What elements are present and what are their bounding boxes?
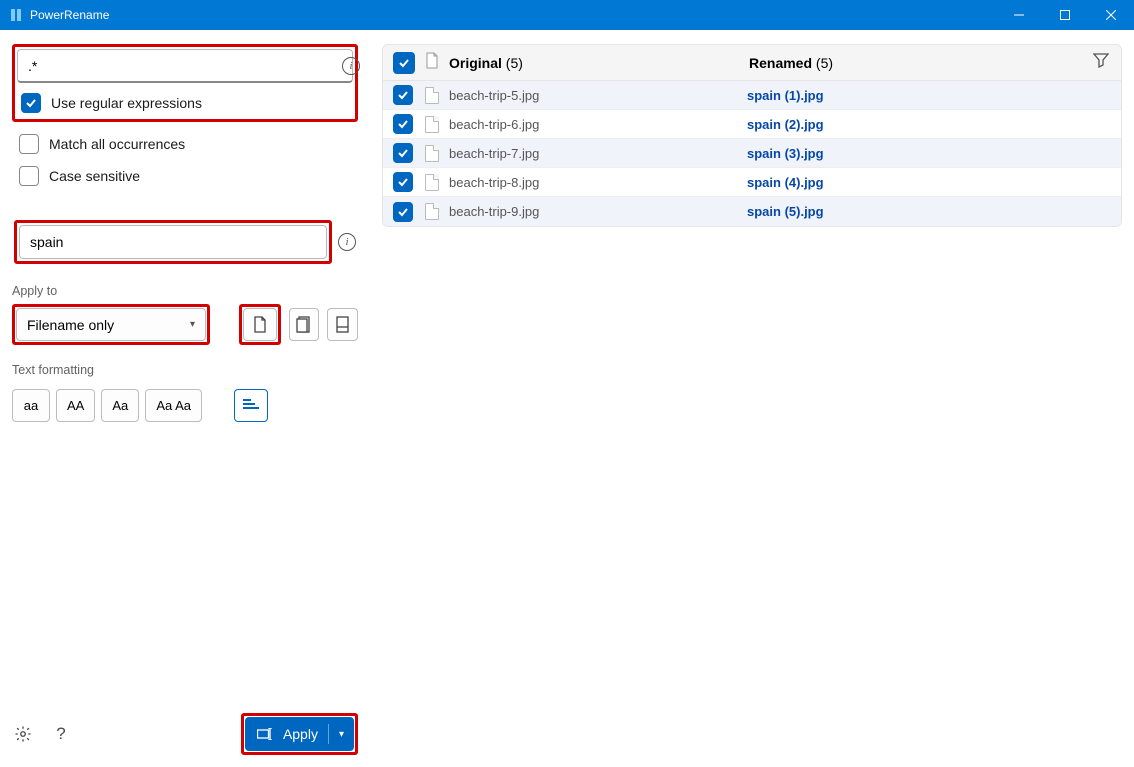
apply-button-label: Apply [283, 726, 318, 742]
include-files-highlight [239, 304, 281, 345]
renamed-filename: spain (1).jpg [747, 88, 824, 103]
original-filename: beach-trip-8.jpg [449, 175, 747, 190]
original-filename: beach-trip-9.jpg [449, 204, 747, 219]
apply-to-highlight: Filename only ▾ [12, 304, 210, 345]
apply-to-label: Apply to [12, 284, 358, 298]
app-icon [8, 7, 24, 23]
file-icon [425, 145, 439, 162]
settings-button[interactable] [12, 723, 34, 745]
include-files-button[interactable] [243, 308, 277, 341]
apply-button-highlight: Apply ▾ [241, 713, 358, 755]
header-renamed[interactable]: Renamed (5) [749, 55, 1093, 71]
filter-button[interactable] [1093, 52, 1111, 73]
format-lowercase-button[interactable]: aa [12, 389, 50, 422]
left-panel: Use regular expressions i Match all occu… [0, 30, 370, 767]
original-filename: beach-trip-5.jpg [449, 88, 747, 103]
original-filename: beach-trip-7.jpg [449, 146, 747, 161]
format-capitalize-button[interactable]: Aa Aa [145, 389, 202, 422]
enumerate-icon [243, 399, 259, 413]
maximize-button[interactable] [1042, 0, 1088, 30]
row-checkbox[interactable] [393, 114, 413, 134]
file-icon [425, 116, 439, 133]
right-panel: Original (5) Renamed (5) beach-trip-5.jp… [370, 30, 1134, 767]
apply-to-selected: Filename only [27, 317, 114, 333]
replace-input[interactable] [19, 225, 327, 259]
search-info-icon[interactable]: i [342, 57, 360, 75]
include-subfolders-button[interactable] [327, 308, 358, 341]
select-all-checkbox[interactable] [393, 52, 415, 74]
file-icon [425, 52, 441, 74]
row-checkbox[interactable] [393, 172, 413, 192]
table-row[interactable]: beach-trip-5.jpgspain (1).jpg [383, 81, 1121, 110]
minimize-button[interactable] [996, 0, 1042, 30]
titlebar: PowerRename [0, 0, 1134, 30]
search-group-highlight: Use regular expressions [12, 44, 358, 122]
renamed-filename: spain (4).jpg [747, 175, 824, 190]
replace-highlight [14, 220, 332, 264]
renamed-filename: spain (2).jpg [747, 117, 824, 132]
table-row[interactable]: beach-trip-7.jpgspain (3).jpg [383, 139, 1121, 168]
header-original[interactable]: Original (5) [449, 55, 749, 71]
file-icon [425, 174, 439, 191]
rename-icon [257, 728, 273, 740]
table-row[interactable]: beach-trip-8.jpgspain (4).jpg [383, 168, 1121, 197]
replace-info-icon[interactable]: i [338, 233, 356, 251]
file-table: Original (5) Renamed (5) beach-trip-5.jp… [382, 44, 1122, 227]
case-sensitive-label: Case sensitive [49, 168, 140, 184]
match-all-option[interactable]: Match all occurrences [12, 130, 358, 158]
file-icon [425, 203, 439, 220]
row-checkbox[interactable] [393, 143, 413, 163]
chevron-down-icon: ▾ [190, 319, 195, 330]
text-formatting-label: Text formatting [12, 363, 358, 377]
table-header: Original (5) Renamed (5) [383, 45, 1121, 81]
chevron-down-icon: ▾ [339, 729, 344, 740]
apply-to-dropdown[interactable]: Filename only ▾ [16, 308, 206, 341]
case-sensitive-option[interactable]: Case sensitive [12, 162, 358, 190]
renamed-filename: spain (3).jpg [747, 146, 824, 161]
case-sensitive-checkbox[interactable] [19, 166, 39, 186]
format-uppercase-button[interactable]: AA [56, 389, 95, 422]
include-folders-button[interactable] [289, 308, 320, 341]
use-regex-label: Use regular expressions [51, 95, 202, 111]
original-filename: beach-trip-6.jpg [449, 117, 747, 132]
window-title: PowerRename [30, 8, 996, 22]
table-body: beach-trip-5.jpgspain (1).jpgbeach-trip-… [383, 81, 1121, 226]
row-checkbox[interactable] [393, 202, 413, 222]
table-row[interactable]: beach-trip-6.jpgspain (2).jpg [383, 110, 1121, 139]
table-row[interactable]: beach-trip-9.jpgspain (5).jpg [383, 197, 1121, 226]
renamed-filename: spain (5).jpg [747, 204, 824, 219]
row-checkbox[interactable] [393, 85, 413, 105]
close-button[interactable] [1088, 0, 1134, 30]
match-all-label: Match all occurrences [49, 136, 185, 152]
format-titlecase-button[interactable]: Aa [101, 389, 139, 422]
search-input[interactable] [17, 49, 353, 83]
use-regex-checkbox[interactable] [21, 93, 41, 113]
file-icon [425, 87, 439, 104]
apply-button[interactable]: Apply ▾ [245, 717, 354, 751]
match-all-checkbox[interactable] [19, 134, 39, 154]
help-button[interactable]: ? [50, 723, 72, 745]
enumerate-button[interactable] [234, 389, 268, 422]
use-regex-option[interactable]: Use regular expressions [17, 89, 353, 117]
